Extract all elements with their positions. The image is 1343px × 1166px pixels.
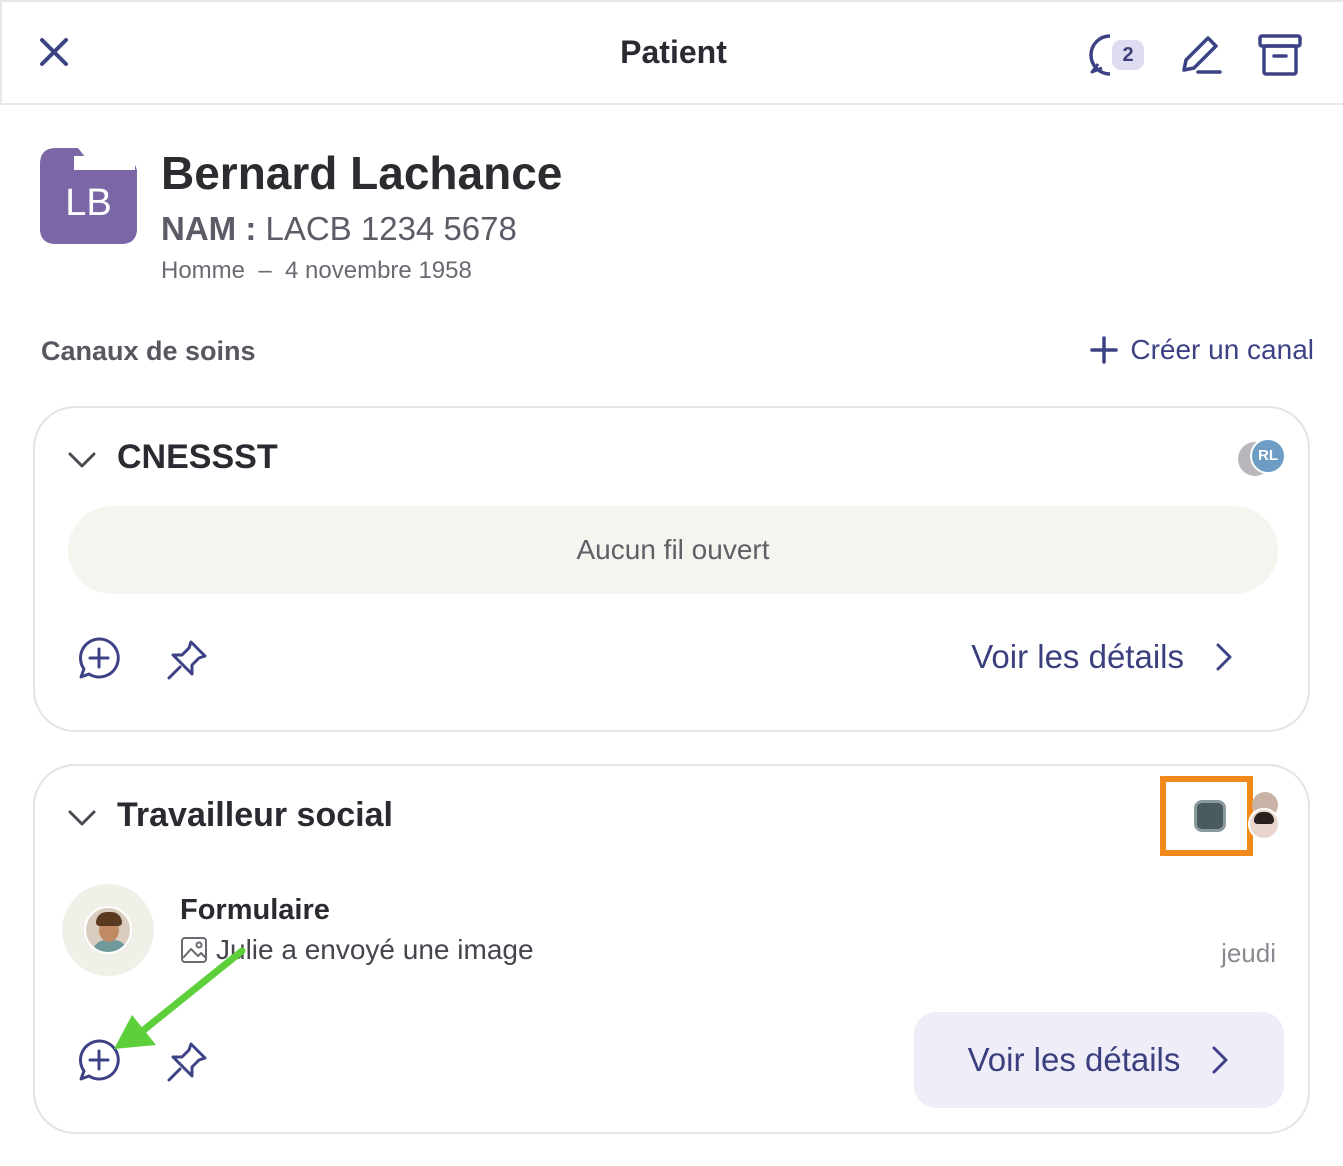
top-bar: Patient 2 (0, 0, 1343, 105)
new-thread-icon[interactable] (77, 636, 121, 680)
new-thread-icon[interactable] (77, 1038, 121, 1082)
notification-count-badge: 2 (1112, 40, 1144, 70)
member-avatar (1194, 800, 1226, 832)
chevron-right-icon (1212, 1046, 1228, 1074)
chevron-down-icon[interactable] (67, 450, 97, 470)
thread-title[interactable]: Formulaire (180, 894, 330, 927)
edit-icon[interactable] (1176, 32, 1224, 78)
highlighted-member-avatar[interactable] (1160, 776, 1253, 856)
create-channel-button[interactable]: Créer un canal (1090, 334, 1314, 366)
patient-initials: LB (65, 182, 112, 224)
create-channel-label: Créer un canal (1130, 334, 1314, 365)
channel-title: CNESSST (117, 438, 278, 476)
care-channels-label: Canaux de soins (41, 336, 256, 366)
view-details-link[interactable]: Voir les détails (971, 638, 1234, 676)
chevron-right-icon (1216, 643, 1232, 671)
archive-icon[interactable] (1256, 32, 1304, 78)
thread-author-avatar (62, 884, 154, 976)
member-avatar-initials: RL (1250, 438, 1286, 474)
thread-preview[interactable]: Julie a envoyé une image (180, 934, 534, 966)
chevron-down-icon[interactable] (67, 808, 97, 828)
thread-preview-text: Julie a envoyé une image (216, 934, 534, 965)
patient-nam: NAM : LACB 1234 5678 (161, 210, 517, 248)
empty-thread-message: Aucun fil ouvert (68, 506, 1278, 594)
channel-title: Travailleur social (117, 796, 393, 834)
member-avatar (1248, 808, 1280, 840)
view-details-label: Voir les détails (971, 638, 1184, 675)
nam-value: LACB 1234 5678 (265, 210, 517, 247)
notifications-button[interactable]: 2 (1088, 32, 1148, 78)
nam-label: NAM : (161, 210, 257, 247)
view-details-button[interactable]: Voir les détails (914, 1012, 1284, 1108)
channel-card: CNESSST RL Aucun fil ouvert Voir les dét… (33, 406, 1310, 732)
channel-card: Travailleur social Formulaire Julie a en… (33, 764, 1310, 1134)
plus-icon (1090, 336, 1119, 364)
patient-folder-avatar: LB (40, 148, 137, 244)
pin-icon[interactable] (165, 638, 209, 682)
patient-gender-birthdate: Homme – 4 novembre 1958 (161, 257, 472, 284)
patient-name: Bernard Lachance (161, 147, 563, 199)
channel-members[interactable] (1248, 792, 1284, 840)
pin-icon[interactable] (165, 1040, 209, 1084)
image-icon (181, 937, 207, 963)
view-details-label: Voir les détails (967, 1041, 1181, 1078)
thread-timestamp: jeudi (1221, 938, 1276, 968)
channel-members[interactable]: RL (1236, 436, 1286, 480)
